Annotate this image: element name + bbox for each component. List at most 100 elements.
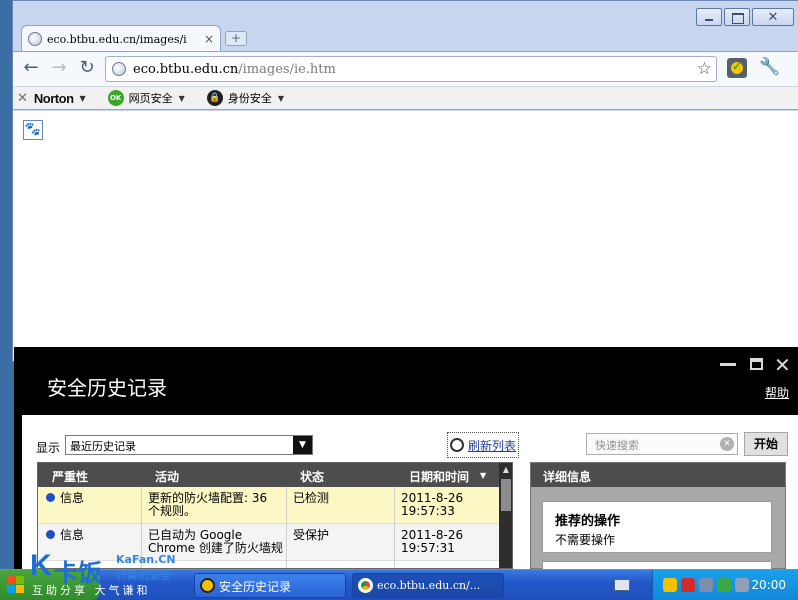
back-button[interactable]: ← xyxy=(19,58,43,80)
scroll-up-icon[interactable]: ▲ xyxy=(499,463,512,477)
close-window-button[interactable]: ✕ xyxy=(752,8,794,26)
show-select-value: 最近历史记录 xyxy=(70,440,136,453)
recommended-action-card: 推荐的操作 不需要操作 xyxy=(542,501,772,553)
help-link[interactable]: 帮助 xyxy=(765,384,789,401)
norton-logo[interactable]: Norton xyxy=(34,91,74,106)
norton-tray-icon[interactable] xyxy=(663,578,677,592)
url-text: eco.btbu.edu.cn/images/ie.htm xyxy=(133,62,336,77)
chevron-down-icon[interactable]: ▼ xyxy=(278,94,284,103)
norton-extension-icon[interactable] xyxy=(727,58,747,78)
details-header: 详细信息 xyxy=(531,463,785,487)
quick-search-input[interactable]: 快速搜索 ✕ xyxy=(586,433,738,455)
dialog-title: 安全历史记录 xyxy=(47,376,167,400)
row-datetime: 2011-8-26 19:57:31 xyxy=(401,529,463,555)
info-dot-icon xyxy=(46,493,55,502)
severity-text: 信息 xyxy=(60,528,85,542)
chevron-down-icon[interactable]: ▼ xyxy=(179,94,185,103)
activity-line: 更新的防火墙配置: 36 xyxy=(148,491,268,505)
new-tab-button[interactable]: + xyxy=(225,31,247,46)
dialog-minimize-button[interactable] xyxy=(720,363,736,366)
shield-tray-icon[interactable] xyxy=(681,578,695,592)
keyboard-icon[interactable] xyxy=(614,579,630,591)
reload-button[interactable]: ↻ xyxy=(75,58,99,80)
row-time: 19:57:31 xyxy=(401,541,455,555)
row-date: 2011-8-26 xyxy=(401,491,464,505)
tab-close-icon[interactable]: × xyxy=(204,32,214,46)
system-tray: 20:00 xyxy=(652,570,798,600)
column-divider xyxy=(286,487,287,568)
url-path: /images/ie.htm xyxy=(238,61,336,77)
table-row[interactable]: 信息 更新的防火墙配置: 36 个规则。 已检测 2011-8-26 19:57:3… xyxy=(38,487,499,524)
row-datetime: 2011-8-26 19:57:33 xyxy=(401,492,463,518)
vm-tray-icon[interactable] xyxy=(735,578,749,592)
row-severity: 信息 xyxy=(46,529,84,542)
address-bar[interactable]: eco.btbu.edu.cn/images/ie.htm ☆ xyxy=(105,56,717,82)
recommended-action-title: 推荐的操作 xyxy=(555,514,621,529)
row-date: 2011-8-26 xyxy=(401,528,464,542)
url-host: eco.btbu.edu.cn xyxy=(133,61,239,77)
norton-icon xyxy=(200,578,215,593)
watermark-en: KaFan.CN xyxy=(116,553,176,566)
network-tray-icon[interactable] xyxy=(717,578,731,592)
refresh-list-button[interactable]: 刷新列表 xyxy=(447,432,520,458)
security-history-dialog: 安全历史记录 ✕ 帮助 显示 最近历史记录 ▼ 刷新列表 快速搜索 ✕ 开始 严… xyxy=(14,347,798,581)
chevron-down-icon[interactable]: ▼ xyxy=(80,94,86,103)
bookmark-star-icon[interactable]: ☆ xyxy=(697,59,712,79)
start-search-button[interactable]: 开始 xyxy=(744,432,788,456)
kafan-watermark: K 卡饭 KaFan.CN 计算机安全 互助分享 大气谦和 xyxy=(30,549,180,597)
clear-search-icon[interactable]: ✕ xyxy=(720,437,734,451)
row-time: 19:57:33 xyxy=(401,504,455,518)
forward-button[interactable]: → xyxy=(47,58,71,80)
activity-line: 个规则。 xyxy=(148,504,197,518)
severity-text: 信息 xyxy=(60,491,85,505)
recommended-action-value: 不需要操作 xyxy=(555,533,616,547)
web-safety-menu[interactable]: 网页安全 xyxy=(129,90,173,106)
row-severity: 信息 xyxy=(46,492,84,505)
details-panel: 详细信息 推荐的操作 不需要操作 xyxy=(530,462,786,581)
identity-lock-icon: 🔒 xyxy=(206,90,223,106)
taskbar-item-label: eco.btbu.edu.cn/... xyxy=(377,579,481,592)
row-status: 已检测 xyxy=(293,491,330,505)
norton-toolbar-close-icon[interactable]: ✕ xyxy=(17,91,28,106)
column-divider xyxy=(394,487,395,568)
globe-icon xyxy=(112,62,126,76)
sort-down-icon[interactable]: ▼ xyxy=(480,471,486,480)
globe-icon xyxy=(28,32,42,46)
dialog-close-icon[interactable]: ✕ xyxy=(774,353,791,377)
wrench-menu-icon[interactable]: 🔧 xyxy=(759,57,780,77)
column-datetime[interactable]: 日期和时间 xyxy=(409,468,469,485)
norton-toolbar: ✕ Norton ▼ OK 网页安全 ▼ 🔒 身份安全 ▼ xyxy=(13,86,798,110)
browser-toolbar: ← → ↻ eco.btbu.edu.cn/images/ie.htm ☆ 🔧 xyxy=(13,51,798,86)
windows-flag-icon xyxy=(7,576,25,594)
taskbar-item-security-history[interactable]: 安全历史记录 xyxy=(194,573,346,598)
clock: 20:00 xyxy=(751,578,786,592)
refresh-list-label: 刷新列表 xyxy=(468,438,517,453)
show-label: 显示 xyxy=(36,441,61,455)
column-activity[interactable]: 活动 xyxy=(155,468,179,485)
identity-safety-menu[interactable]: 身份安全 xyxy=(228,90,272,106)
show-select[interactable]: 最近历史记录 ▼ xyxy=(65,435,313,455)
info-dot-icon xyxy=(46,530,55,539)
row-activity: 更新的防火墙配置: 36 个规则。 xyxy=(148,492,267,518)
page-content: 🐾 xyxy=(13,111,798,361)
scroll-thumb[interactable] xyxy=(501,479,511,511)
window-controls: ✕ xyxy=(694,8,794,26)
row-status: 受保护 xyxy=(293,528,330,542)
taskbar-item-chrome[interactable]: eco.btbu.edu.cn/... xyxy=(352,573,504,598)
quick-search-placeholder: 快速搜索 xyxy=(595,439,639,452)
activity-line: 已自动为 Google xyxy=(148,528,243,542)
column-status[interactable]: 状态 xyxy=(300,468,324,485)
watermark-sub: 计算机安全 xyxy=(116,569,171,582)
minimize-button[interactable] xyxy=(696,8,722,26)
column-severity[interactable]: 严重性 xyxy=(52,468,88,485)
speaker-tray-icon[interactable] xyxy=(699,578,713,592)
browser-tab[interactable]: eco.btbu.edu.cn/images/i × xyxy=(21,25,221,52)
chevron-down-icon: ▼ xyxy=(293,436,312,454)
maximize-button[interactable] xyxy=(724,8,750,26)
close-icon: ✕ xyxy=(767,10,779,25)
dialog-maximize-button[interactable] xyxy=(750,358,763,370)
table-scrollbar[interactable]: ▲ xyxy=(499,463,512,568)
watermark-line: 互助分享 大气谦和 xyxy=(32,584,151,597)
baidu-paw-icon[interactable]: 🐾 xyxy=(23,120,43,140)
chrome-icon xyxy=(358,578,373,593)
